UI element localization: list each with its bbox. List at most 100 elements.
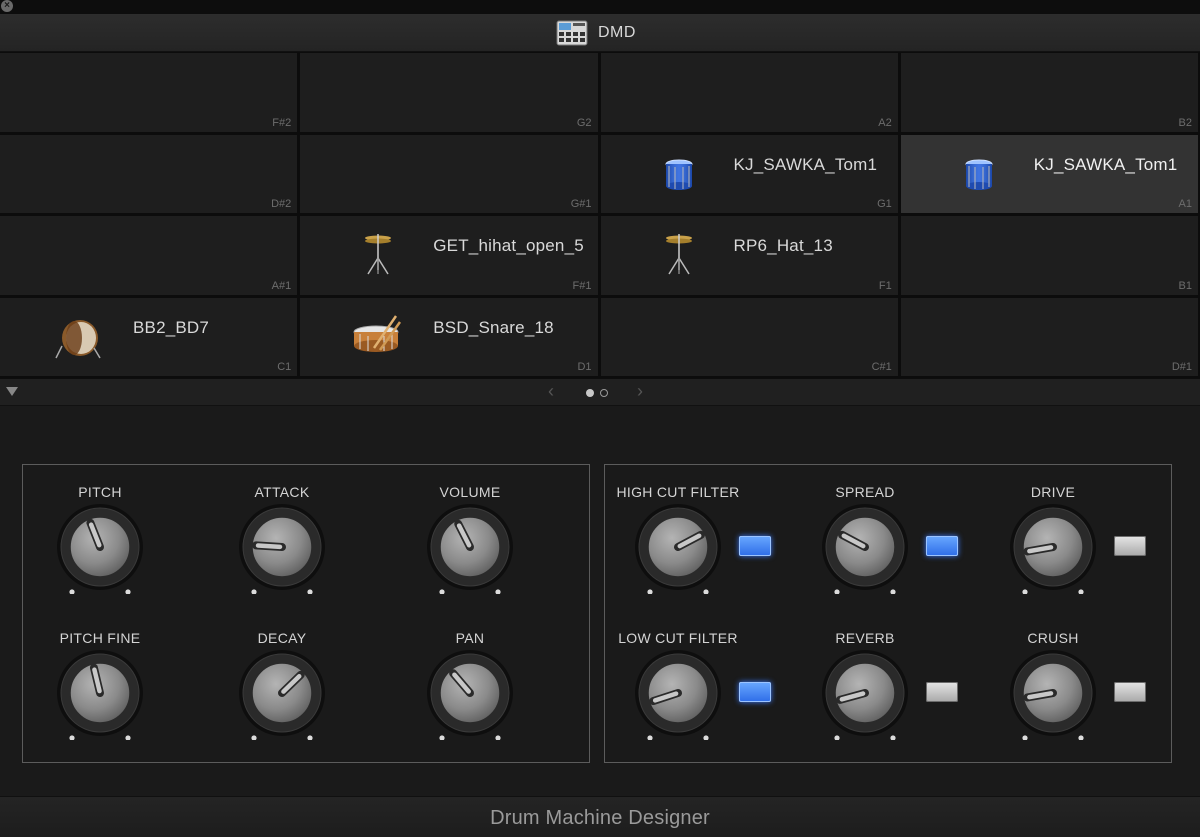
pager-bar: ‹ ›: [0, 378, 1200, 406]
crush-toggle[interactable]: [1114, 682, 1146, 702]
decay-knob[interactable]: [237, 650, 327, 741]
pad-note-label: B2: [1178, 116, 1192, 129]
drum-pad[interactable]: KJ_SAWKA_Tom1 A1: [900, 134, 1198, 213]
pad-sample-name: RP6_Hat_13: [733, 236, 833, 255]
pan-control: PAN: [425, 630, 515, 741]
pad-note-label: A#1: [271, 279, 292, 292]
attack-control: ATTACK: [237, 484, 327, 595]
pad-note-label: A1: [1178, 198, 1192, 210]
pad-note-label: D#2: [271, 198, 292, 210]
collapse-triangle-icon[interactable]: [6, 387, 18, 396]
hihat-icon: [350, 228, 406, 284]
drum-pad[interactable]: BB2_BD7 C1: [0, 297, 298, 376]
drum-pad[interactable]: C#1: [600, 297, 898, 376]
pad-note-label: A2: [878, 116, 892, 129]
pitch-fine-control: PITCH FINE: [55, 630, 145, 741]
previous-page-button[interactable]: ‹: [548, 381, 554, 402]
page-dot-1[interactable]: [586, 389, 594, 397]
drum-pad[interactable]: GET_hihat_open_5 F#1: [300, 216, 598, 295]
pad-note-label: G1: [877, 198, 892, 210]
drum-pad[interactable]: G2: [300, 53, 598, 132]
pad-note-label: C#1: [871, 361, 892, 373]
drum-pad[interactable]: F#2: [0, 53, 298, 132]
drum-pad[interactable]: A2: [600, 53, 898, 132]
volume-label: VOLUME: [439, 484, 501, 500]
reverb-control: REVERB: [820, 630, 910, 741]
next-page-button[interactable]: ›: [637, 381, 643, 402]
tom-drum-icon: [951, 147, 1007, 203]
low-cut-filter-toggle[interactable]: [739, 682, 771, 702]
crush-label: CRUSH: [1027, 630, 1079, 646]
reverb-toggle[interactable]: [926, 682, 958, 702]
pad-note-label: C1: [277, 361, 292, 373]
pad-note-label: D1: [577, 361, 592, 373]
pitch-control: PITCH: [55, 484, 145, 595]
drum-pad[interactable]: D#1: [900, 297, 1198, 376]
snare-drum-icon: [350, 310, 406, 366]
attack-label: ATTACK: [254, 484, 310, 500]
low-cut-filter-control: LOW CUT FILTER: [618, 630, 737, 741]
drum-pad[interactable]: G#1: [300, 134, 598, 213]
volume-knob[interactable]: [425, 504, 515, 595]
spread-control: SPREAD: [820, 484, 910, 595]
drum-machine-icon: [556, 20, 588, 46]
kick-drum-icon: [50, 310, 106, 366]
high-cut-filter-toggle[interactable]: [739, 536, 771, 556]
decay-control: DECAY: [237, 630, 327, 741]
drum-pad[interactable]: RP6_Hat_13 F1: [600, 216, 898, 295]
pad-sample-name: KJ_SAWKA_Tom1: [1033, 154, 1178, 174]
high-cut-filter-knob[interactable]: [633, 504, 723, 595]
pad-note-label: D#1: [1171, 361, 1192, 373]
pad-note-label: G2: [576, 116, 592, 129]
pitch-knob[interactable]: [55, 504, 145, 595]
spread-knob[interactable]: [820, 504, 910, 595]
pad-sample-name: BB2_BD7: [133, 317, 210, 337]
pitch-fine-knob[interactable]: [55, 650, 145, 741]
high-cut-filter-control: HIGH CUT FILTER: [617, 484, 739, 595]
high-cut-filter-label: HIGH CUT FILTER: [616, 484, 740, 500]
drum-pad[interactable]: D#2: [0, 134, 298, 213]
page-title: DMD: [598, 24, 636, 41]
sound-controls: PITCH ATTACK VOLUME PITCH FINE DECAY PAN…: [0, 406, 1200, 796]
drum-pad[interactable]: A#1: [0, 216, 298, 295]
pad-sample-name: KJ_SAWKA_Tom1: [733, 154, 878, 174]
pad-note-label: B1: [1178, 279, 1192, 292]
pad-note-label: G#1: [570, 198, 592, 210]
pad-sample-name: GET_hihat_open_5: [433, 236, 584, 255]
footer-title: Drum Machine Designer: [490, 807, 710, 829]
window-chrome: ×: [0, 0, 1200, 14]
pan-knob[interactable]: [425, 650, 515, 741]
reverb-knob[interactable]: [820, 650, 910, 741]
spread-label: SPREAD: [835, 484, 895, 500]
pad-note-label: F1: [878, 279, 892, 292]
drive-label: DRIVE: [1030, 484, 1076, 500]
drive-control: DRIVE: [1008, 484, 1098, 595]
low-cut-filter-label: LOW CUT FILTER: [618, 630, 738, 646]
spread-toggle[interactable]: [926, 536, 958, 556]
crush-knob[interactable]: [1008, 650, 1098, 741]
footer-bar: Drum Machine Designer: [0, 796, 1200, 837]
pitch-label: PITCH: [78, 484, 122, 500]
drum-pad[interactable]: B2: [900, 53, 1198, 132]
drum-pad[interactable]: BSD_Snare_18 D1: [300, 297, 598, 376]
attack-knob[interactable]: [237, 504, 327, 595]
drum-pad[interactable]: B1: [900, 216, 1198, 295]
volume-control: VOLUME: [425, 484, 515, 595]
title-bar: DMD: [0, 14, 1200, 52]
pitch-fine-label: PITCH FINE: [59, 630, 141, 646]
pad-note-label: F#1: [572, 279, 592, 292]
decay-label: DECAY: [257, 630, 307, 646]
drum-pad[interactable]: KJ_SAWKA_Tom1 G1: [600, 134, 898, 213]
pan-label: PAN: [455, 630, 485, 646]
low-cut-filter-knob[interactable]: [633, 650, 723, 741]
page-dot-2[interactable]: [600, 389, 608, 397]
hihat-icon: [651, 228, 707, 284]
drive-toggle[interactable]: [1114, 536, 1146, 556]
pad-note-label: F#2: [272, 116, 292, 129]
tom-drum-icon: [651, 147, 707, 203]
close-icon[interactable]: ×: [1, 0, 13, 12]
reverb-label: REVERB: [835, 630, 895, 646]
crush-control: CRUSH: [1008, 630, 1098, 741]
pad-grid: F#2 G2 A2 B2 D#2 G#1 KJ_SAWKA_Tom1 G1 KJ_SAWKA…: [0, 52, 1200, 378]
drive-knob[interactable]: [1008, 504, 1098, 595]
